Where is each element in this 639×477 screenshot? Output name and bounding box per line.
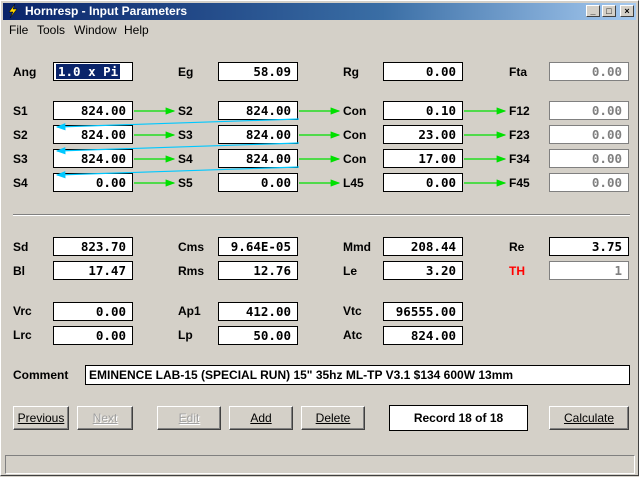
l45-field[interactable]: 0.00 (383, 173, 463, 192)
th-field[interactable]: 1 (549, 261, 629, 280)
s4-row-label: S4 (13, 176, 28, 190)
con3-label: Con (343, 152, 367, 166)
cms-label: Cms (178, 240, 205, 254)
s1-field[interactable]: 824.00 (53, 101, 133, 120)
l12-field[interactable]: 0.10 (383, 101, 463, 120)
s2-row-field[interactable]: 824.00 (53, 125, 133, 144)
s3-label: S3 (178, 128, 193, 142)
f23-field[interactable]: 0.00 (549, 125, 629, 144)
delete-button[interactable]: Delete (301, 406, 365, 430)
cms-field[interactable]: 9.64E-05 (218, 237, 298, 256)
s2-field[interactable]: 824.00 (218, 101, 298, 120)
rg-label: Rg (343, 65, 359, 79)
con2-label: Con (343, 128, 367, 142)
s1-label: S1 (13, 104, 28, 118)
f12-field[interactable]: 0.00 (549, 101, 629, 120)
f34-field[interactable]: 0.00 (549, 149, 629, 168)
hornresp-app-icon (8, 4, 18, 18)
lp-label: Lp (178, 328, 193, 342)
previous-button[interactable]: Previous (13, 406, 69, 430)
ang-label: Ang (13, 65, 37, 79)
comment-label: Comment (13, 368, 69, 382)
s4-field[interactable]: 824.00 (218, 149, 298, 168)
next-label: Next (92, 411, 118, 425)
vrc-field[interactable]: 0.00 (53, 302, 133, 321)
s4-label: S4 (178, 152, 193, 166)
close-button[interactable]: × (620, 5, 634, 17)
re-field[interactable]: 3.75 (549, 237, 629, 256)
window-title: Hornresp - Input Parameters (25, 4, 188, 18)
vtc-label: Vtc (343, 304, 362, 318)
menu-file[interactable]: File (9, 23, 28, 37)
vrc-label: Vrc (13, 304, 32, 318)
edit-button[interactable]: Edit (157, 406, 221, 430)
f34-label: F34 (509, 152, 530, 166)
lp-field[interactable]: 50.00 (218, 326, 298, 345)
f45-field[interactable]: 0.00 (549, 173, 629, 192)
l23-field[interactable]: 23.00 (383, 125, 463, 144)
eg-field[interactable]: 58.09 (218, 62, 298, 81)
th-label[interactable]: TH (509, 264, 525, 278)
s5-label: S5 (178, 176, 193, 190)
calculate-label: Calculate (563, 411, 615, 425)
maximize-button[interactable]: □ (602, 5, 616, 17)
title-bar[interactable]: Hornresp - Input Parameters _ □ × (3, 3, 636, 20)
sd-label: Sd (13, 240, 29, 254)
add-button[interactable]: Add (229, 406, 293, 430)
f45-label: F45 (509, 176, 530, 190)
add-label: Add (250, 411, 272, 425)
status-bar (5, 455, 635, 474)
s4-row-field[interactable]: 0.00 (53, 173, 133, 192)
section-separator (13, 214, 630, 216)
lrc-field[interactable]: 0.00 (53, 326, 133, 345)
rg-field[interactable]: 0.00 (383, 62, 463, 81)
re-label: Re (509, 240, 525, 254)
menu-tools[interactable]: Tools (37, 23, 65, 37)
sd-field[interactable]: 823.70 (53, 237, 133, 256)
f23-label: F23 (509, 128, 530, 142)
bl-field[interactable]: 17.47 (53, 261, 133, 280)
ap1-field[interactable]: 412.00 (218, 302, 298, 321)
minimize-button[interactable]: _ (586, 5, 600, 17)
mmd-label: Mmd (343, 240, 371, 254)
calculate-button[interactable]: Calculate (549, 406, 629, 430)
previous-label: Previous (17, 411, 65, 425)
s3-field[interactable]: 824.00 (218, 125, 298, 144)
fta-field[interactable]: 0.00 (549, 62, 629, 81)
le-field[interactable]: 3.20 (383, 261, 463, 280)
f12-label: F12 (509, 104, 530, 118)
lrc-label: Lrc (13, 328, 32, 342)
mmd-field[interactable]: 208.44 (383, 237, 463, 256)
menu-window[interactable]: Window (74, 23, 117, 37)
le-label: Le (343, 264, 358, 278)
con1-label: Con (343, 104, 367, 118)
menu-help[interactable]: Help (124, 23, 149, 37)
bl-label: Bl (13, 264, 25, 278)
l45-label: L45 (343, 176, 364, 190)
ang-value: 1.0 x Pi (56, 64, 121, 79)
s5-field[interactable]: 0.00 (218, 173, 298, 192)
ang-field[interactable]: 1.0 x Pi (53, 62, 133, 81)
s3-row-label: S3 (13, 152, 28, 166)
s2-row-label: S2 (13, 128, 28, 142)
vtc-field[interactable]: 96555.00 (383, 302, 463, 321)
eg-label: Eg (178, 65, 194, 79)
rms-field[interactable]: 12.76 (218, 261, 298, 280)
atc-label: Atc (343, 328, 363, 342)
l34-field[interactable]: 17.00 (383, 149, 463, 168)
hornresp-window: Hornresp - Input Parameters _ □ × File T… (0, 0, 639, 476)
delete-label: Delete (315, 411, 351, 425)
record-indicator: Record 18 of 18 (389, 405, 528, 431)
s2-label: S2 (178, 104, 193, 118)
rms-label: Rms (178, 264, 205, 278)
atc-field[interactable]: 824.00 (383, 326, 463, 345)
comment-field[interactable]: EMINENCE LAB-15 (SPECIAL RUN) 15" 35hz M… (85, 365, 630, 385)
ap1-label: Ap1 (178, 304, 201, 318)
s3-row-field[interactable]: 824.00 (53, 149, 133, 168)
fta-label: Fta (509, 65, 527, 79)
edit-label: Edit (178, 411, 200, 425)
next-button[interactable]: Next (77, 406, 133, 430)
